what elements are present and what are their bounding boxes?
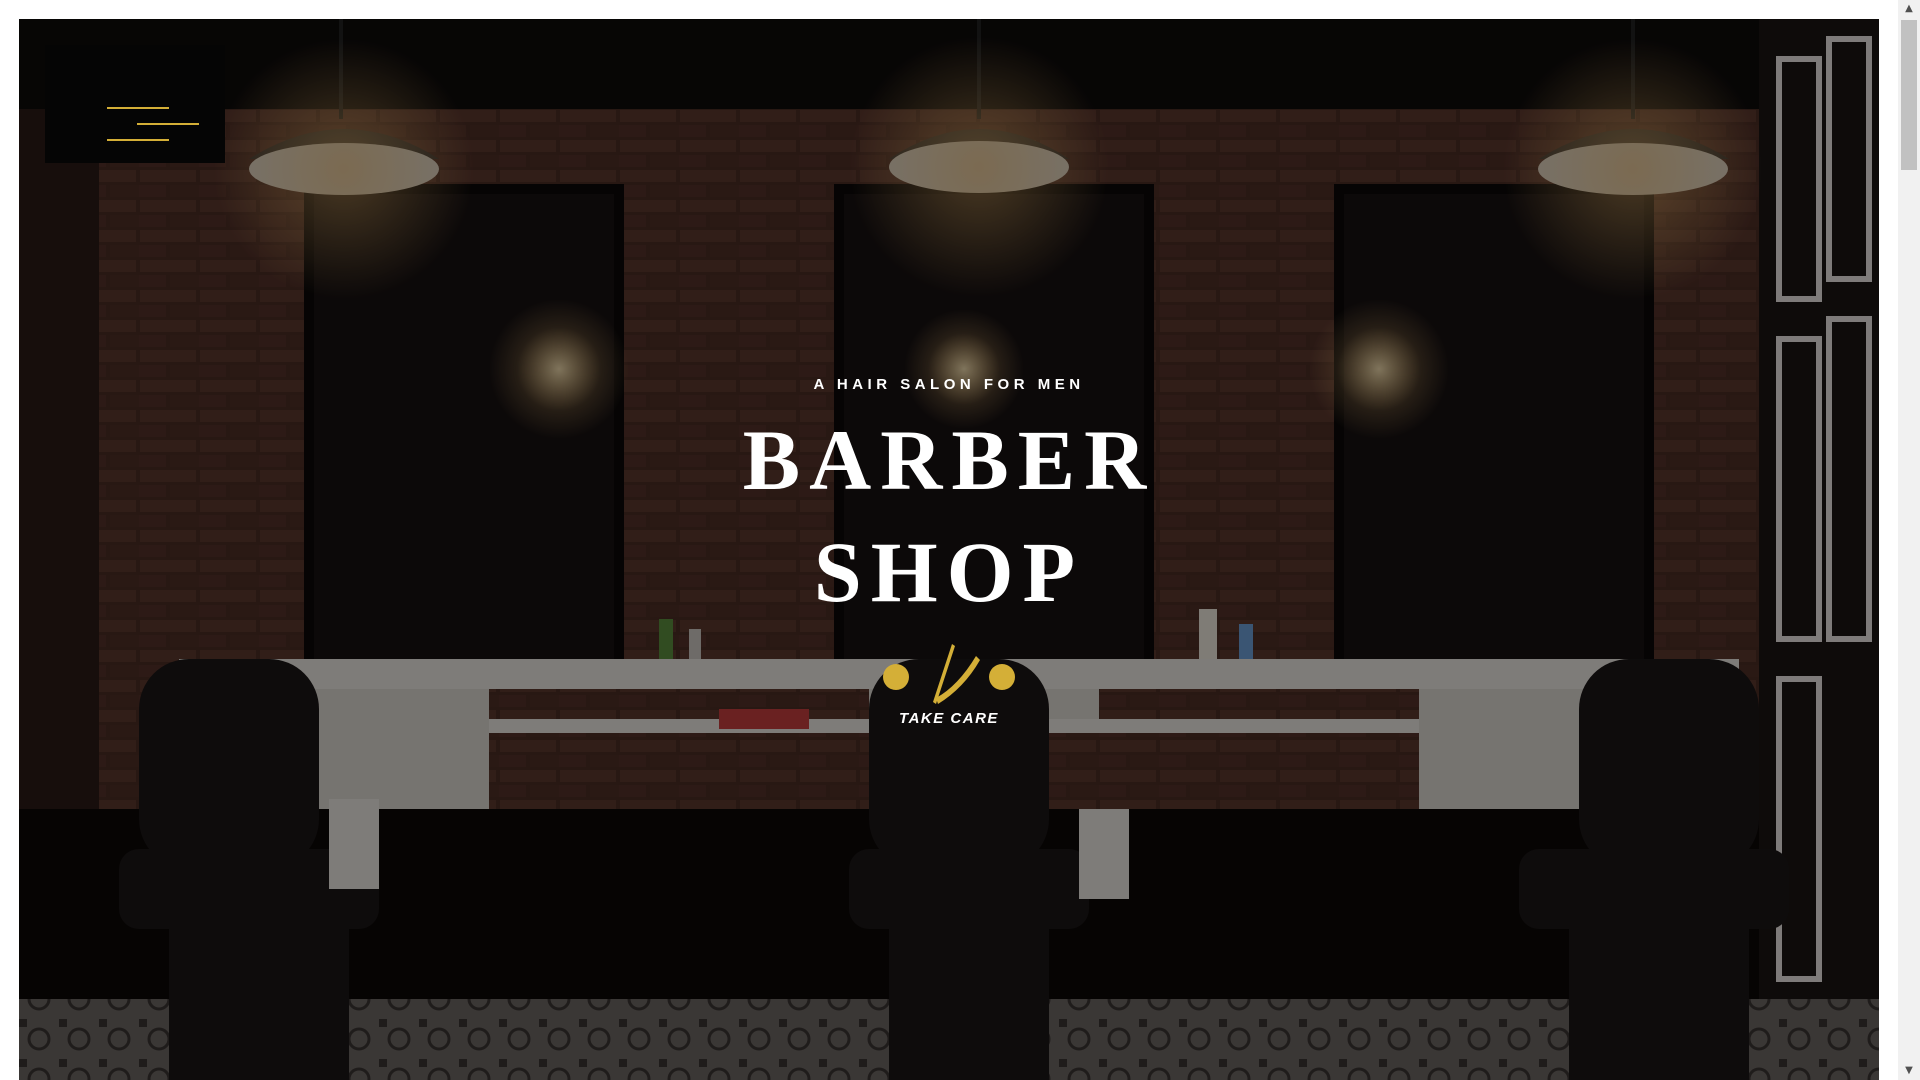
straight-razor-icon [933,644,980,704]
divider-dot-left [883,664,909,690]
scroll-down-arrow-icon[interactable]: ▼ [1898,1062,1920,1080]
browser-scrollbar[interactable]: ▲ ▼ [1898,0,1920,1080]
hamburger-menu-icon [107,107,169,109]
hero-title-line-1: BARBER [742,412,1156,508]
hero-title: BARBER SHOP [19,404,1879,628]
page-frame: A HAIR SALON FOR MEN BARBER SHOP TAKE CA… [19,19,1879,1080]
hero-section: A HAIR SALON FOR MEN BARBER SHOP TAKE CA… [19,374,1879,727]
hamburger-line-bottom [107,139,169,141]
hamburger-line-middle [137,123,199,125]
hero-title-line-2: SHOP [813,524,1085,620]
divider-dot-right [989,664,1015,690]
hero-subtitle: A HAIR SALON FOR MEN [813,376,1085,393]
menu-toggle-button[interactable] [45,45,225,163]
hero-divider [859,642,1039,714]
scrollbar-thumb[interactable] [1901,20,1917,170]
scroll-up-arrow-icon[interactable]: ▲ [1898,0,1920,18]
